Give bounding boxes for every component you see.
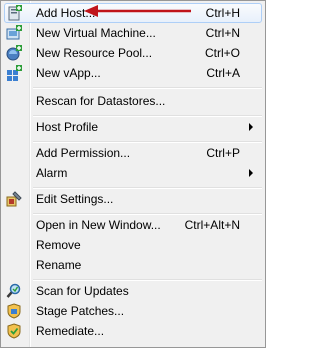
annotation-arrow-icon [84,5,191,17]
